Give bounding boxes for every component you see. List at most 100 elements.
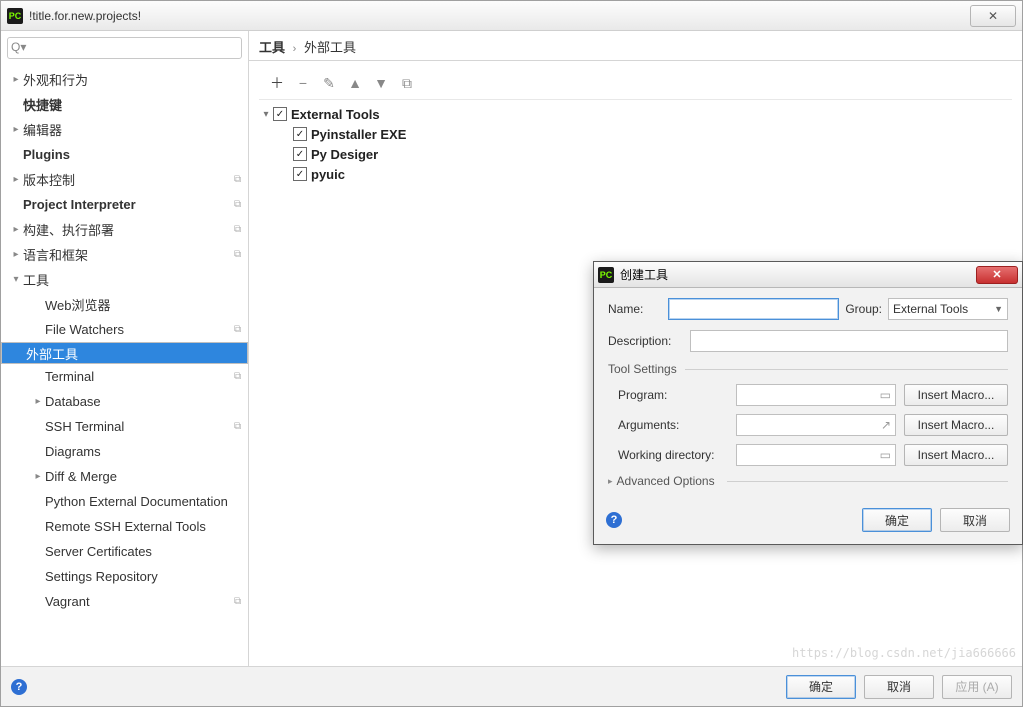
- sidebar-item[interactable]: Project Interpreter⧉: [1, 192, 248, 217]
- sidebar-item[interactable]: ▸语言和框架⧉: [1, 242, 248, 267]
- window-close-button[interactable]: ✕: [970, 5, 1016, 27]
- project-scope-icon: ⧉: [234, 596, 248, 607]
- sidebar-item[interactable]: Terminal⧉: [1, 364, 248, 389]
- ok-button[interactable]: 确定: [786, 675, 856, 699]
- sidebar-item[interactable]: ▸外观和行为: [1, 67, 248, 92]
- move-up-icon[interactable]: ▲: [347, 75, 363, 91]
- working-dir-label: Working directory:: [608, 448, 728, 462]
- dialog-help-icon[interactable]: ?: [606, 512, 622, 528]
- sidebar-item-label: 外观和行为: [23, 70, 234, 89]
- sidebar-item[interactable]: File Watchers⧉: [1, 317, 248, 342]
- tool-item-label: pyuic: [311, 167, 345, 182]
- advanced-options-toggle[interactable]: ▸ Advanced Options: [608, 474, 1008, 488]
- chevron-right-icon: ▸: [9, 174, 23, 185]
- program-input[interactable]: ▭: [736, 384, 896, 406]
- sidebar-item[interactable]: Settings Repository: [1, 564, 248, 589]
- dialog-cancel-button[interactable]: 取消: [940, 508, 1010, 532]
- sidebar-item[interactable]: Server Certificates: [1, 539, 248, 564]
- sidebar-item-label: Web浏览器: [45, 295, 234, 314]
- sidebar-item[interactable]: ▾工具: [1, 267, 248, 292]
- sidebar-item-label: 语言和框架: [23, 245, 234, 264]
- sidebar-item[interactable]: Remote SSH External Tools: [1, 514, 248, 539]
- chevron-right-icon: ▸: [9, 74, 23, 85]
- sidebar-item-label: Diff & Merge: [45, 469, 234, 484]
- checkbox-icon[interactable]: ✓: [273, 107, 287, 121]
- window-titlebar: PC !title.for.new.projects! ✕: [1, 1, 1022, 31]
- sidebar-item[interactable]: ▸Diff & Merge: [1, 464, 248, 489]
- chevron-right-icon: ▸: [9, 124, 23, 135]
- sidebar-item[interactable]: ▸构建、执行部署⧉: [1, 217, 248, 242]
- tool-item-row[interactable]: ✓ Pyinstaller EXE: [259, 124, 1012, 144]
- sidebar-item[interactable]: 快捷键: [1, 92, 248, 117]
- chevron-down-icon: ▾: [259, 109, 273, 120]
- tool-toolbar: ＋ − ✎ ▲ ▼ ⧉: [259, 67, 1012, 100]
- sidebar-item[interactable]: ▸编辑器: [1, 117, 248, 142]
- sidebar-item-label: Settings Repository: [45, 569, 234, 584]
- sidebar-item-label: 外部工具: [26, 344, 223, 363]
- tool-item-row[interactable]: ✓ pyuic: [259, 164, 1012, 184]
- group-select[interactable]: External Tools ▼: [888, 298, 1008, 320]
- name-input[interactable]: [668, 298, 839, 320]
- sidebar-item-label: Remote SSH External Tools: [45, 519, 234, 534]
- checkbox-icon[interactable]: ✓: [293, 167, 307, 181]
- working-dir-insert-macro-button[interactable]: Insert Macro...: [904, 444, 1008, 466]
- description-input[interactable]: [690, 330, 1008, 352]
- search-input[interactable]: [7, 37, 242, 59]
- chevron-right-icon: ▸: [9, 249, 23, 260]
- tool-item-label: Pyinstaller EXE: [311, 127, 406, 142]
- breadcrumb: 工具 › 外部工具: [249, 31, 1022, 61]
- program-label: Program:: [608, 388, 728, 402]
- dialog-close-button[interactable]: ✕: [976, 266, 1018, 284]
- project-scope-icon: ⧉: [234, 224, 248, 235]
- project-scope-icon: ⧉: [234, 174, 248, 185]
- sidebar-item[interactable]: Web浏览器: [1, 292, 248, 317]
- sidebar-item[interactable]: Vagrant⧉: [1, 589, 248, 614]
- project-scope-icon: ⧉: [234, 421, 248, 432]
- checkbox-icon[interactable]: ✓: [293, 147, 307, 161]
- sidebar-item[interactable]: Diagrams: [1, 439, 248, 464]
- chevron-right-icon: ▸: [9, 224, 23, 235]
- remove-icon[interactable]: −: [295, 75, 311, 91]
- chevron-down-icon: ▾: [9, 274, 23, 285]
- sidebar-item[interactable]: 外部工具: [1, 342, 248, 364]
- sidebar-item-label: Python External Documentation: [45, 494, 234, 509]
- watermark: https://blog.csdn.net/jia666666: [792, 646, 1016, 660]
- project-scope-icon: ⧉: [234, 199, 248, 210]
- sidebar-item[interactable]: Python External Documentation: [1, 489, 248, 514]
- edit-icon[interactable]: ✎: [321, 75, 337, 92]
- sidebar-item-label: 构建、执行部署: [23, 220, 234, 239]
- move-down-icon[interactable]: ▼: [373, 75, 389, 91]
- tool-group-row[interactable]: ▾ ✓ External Tools: [259, 104, 1012, 124]
- sidebar-item[interactable]: ▸Database: [1, 389, 248, 414]
- sidebar-item[interactable]: ▸版本控制⧉: [1, 167, 248, 192]
- sidebar-item-label: Project Interpreter: [23, 197, 234, 212]
- settings-tree: ▸外观和行为快捷键▸编辑器Plugins▸版本控制⧉Project Interp…: [1, 65, 248, 666]
- arguments-input[interactable]: ↗: [736, 414, 896, 436]
- folder-icon: ▭: [880, 388, 891, 402]
- chevron-right-icon: ▸: [31, 471, 45, 482]
- sidebar-item-label: 编辑器: [23, 120, 234, 139]
- working-dir-input[interactable]: ▭: [736, 444, 896, 466]
- sidebar-item-label: 版本控制: [23, 170, 234, 189]
- tool-item-row[interactable]: ✓ Py Desiger: [259, 144, 1012, 164]
- sidebar-item[interactable]: SSH Terminal⧉: [1, 414, 248, 439]
- window-title: !title.for.new.projects!: [29, 9, 141, 23]
- sidebar-item-label: 快捷键: [23, 95, 234, 114]
- app-icon: PC: [7, 8, 23, 24]
- copy-icon[interactable]: ⧉: [399, 75, 415, 92]
- sidebar-item-label: File Watchers: [45, 322, 234, 337]
- external-tools-list: ▾ ✓ External Tools ✓ Pyinstaller EXE ✓ Py D…: [249, 100, 1022, 188]
- dialog-ok-button[interactable]: 确定: [862, 508, 932, 532]
- program-insert-macro-button[interactable]: Insert Macro...: [904, 384, 1008, 406]
- help-icon[interactable]: ?: [11, 679, 27, 695]
- create-tool-dialog: PC 创建工具 ✕ Name: Group: External Tools ▼: [593, 261, 1023, 545]
- apply-button[interactable]: 应用 (A): [942, 675, 1012, 699]
- add-icon[interactable]: ＋: [269, 73, 285, 93]
- sidebar-item[interactable]: Plugins: [1, 142, 248, 167]
- checkbox-icon[interactable]: ✓: [293, 127, 307, 141]
- cancel-button[interactable]: 取消: [864, 675, 934, 699]
- chevron-right-icon: ▸: [31, 396, 45, 407]
- name-label: Name:: [608, 302, 662, 316]
- tool-item-label: Py Desiger: [311, 147, 378, 162]
- arguments-insert-macro-button[interactable]: Insert Macro...: [904, 414, 1008, 436]
